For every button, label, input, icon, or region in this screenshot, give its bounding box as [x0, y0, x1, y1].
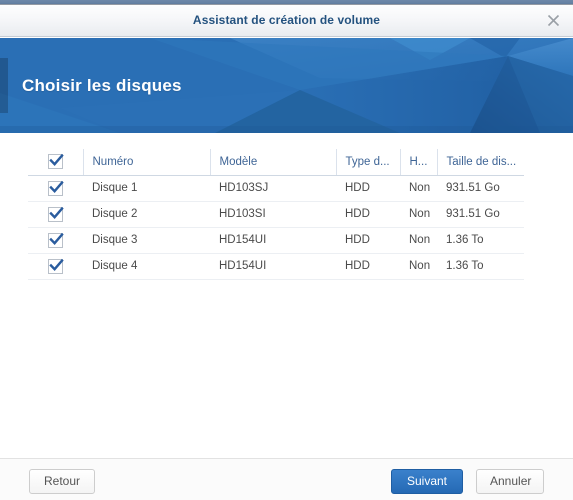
- cell-modele: HD103SI: [210, 201, 336, 228]
- disk-table-body: Disque 1 HD103SJ HDD Non 931.51 Go Disque 2 HD…: [28, 175, 524, 280]
- disk-selection-table: Numéro Modèle Type d... H... Taille de d…: [28, 149, 524, 280]
- column-header-type[interactable]: Type d...: [336, 149, 401, 176]
- close-icon[interactable]: [540, 8, 566, 34]
- row-checkbox-cell[interactable]: [28, 253, 83, 280]
- check-icon: [49, 206, 64, 219]
- cell-hot: Non: [400, 201, 437, 228]
- select-all-checkbox[interactable]: [47, 154, 64, 170]
- column-header-select-all[interactable]: [28, 149, 84, 176]
- dialog-titlebar: Assistant de création de volume: [0, 5, 573, 37]
- column-header-modele[interactable]: Modèle: [210, 149, 337, 176]
- cancel-button[interactable]: Annuler: [476, 469, 544, 494]
- wizard-banner: Choisir les disques: [0, 38, 573, 133]
- check-icon: [49, 180, 64, 193]
- cell-numero: Disque 4: [83, 253, 210, 280]
- cell-taille: 1.36 To: [437, 253, 524, 280]
- cell-taille: 931.51 Go: [437, 175, 524, 202]
- dialog-footer: Retour Suivant Annuler: [0, 458, 573, 500]
- row-checkbox[interactable]: [48, 206, 64, 222]
- check-icon: [49, 258, 64, 271]
- row-checkbox-cell[interactable]: [28, 201, 83, 228]
- back-button[interactable]: Retour: [29, 469, 95, 494]
- cell-modele: HD154UI: [210, 227, 336, 254]
- cell-hot: Non: [400, 175, 437, 202]
- dialog-content: Numéro Modèle Type d... H... Taille de d…: [0, 133, 573, 458]
- next-button[interactable]: Suivant: [391, 469, 463, 494]
- check-icon: [49, 154, 64, 167]
- cell-type: HDD: [336, 201, 400, 228]
- cell-modele: HD154UI: [210, 253, 336, 280]
- column-header-numero[interactable]: Numéro: [83, 149, 211, 176]
- row-checkbox[interactable]: [48, 232, 64, 248]
- cell-numero: Disque 3: [83, 227, 210, 254]
- table-row[interactable]: Disque 1 HD103SJ HDD Non 931.51 Go: [28, 175, 524, 202]
- table-row[interactable]: Disque 4 HD154UI HDD Non 1.36 To: [28, 253, 524, 280]
- column-header-taille[interactable]: Taille de dis...: [437, 149, 524, 176]
- cell-type: HDD: [336, 253, 400, 280]
- table-row[interactable]: Disque 2 HD103SI HDD Non 931.51 Go: [28, 201, 524, 228]
- check-icon: [49, 232, 64, 245]
- cell-type: HDD: [336, 227, 400, 254]
- cell-type: HDD: [336, 175, 400, 202]
- row-checkbox-cell[interactable]: [28, 227, 83, 254]
- volume-creation-wizard-dialog: Assistant de création de volume Assistan…: [0, 0, 573, 500]
- cell-hot: Non: [400, 253, 437, 280]
- cell-taille: 1.36 To: [437, 227, 524, 254]
- table-header-row: Numéro Modèle Type d... H... Taille de d…: [28, 149, 524, 176]
- cell-hot: Non: [400, 227, 437, 254]
- banner-left-shadow: [0, 58, 8, 113]
- cell-modele: HD103SJ: [210, 175, 336, 202]
- row-checkbox[interactable]: [48, 258, 64, 274]
- page-title: Choisir les disques: [22, 75, 182, 95]
- cell-numero: Disque 1: [83, 175, 210, 202]
- row-checkbox-cell[interactable]: [28, 175, 83, 202]
- cell-taille: 931.51 Go: [437, 201, 524, 228]
- background-window-title: Assistant de création de volume: [0, 0, 573, 3]
- row-checkbox[interactable]: [48, 180, 64, 196]
- table-row[interactable]: Disque 3 HD154UI HDD Non 1.36 To: [28, 227, 524, 254]
- cell-numero: Disque 2: [83, 201, 210, 228]
- dialog-title: Assistant de création de volume: [192, 13, 381, 27]
- column-header-hot[interactable]: H...: [400, 149, 438, 176]
